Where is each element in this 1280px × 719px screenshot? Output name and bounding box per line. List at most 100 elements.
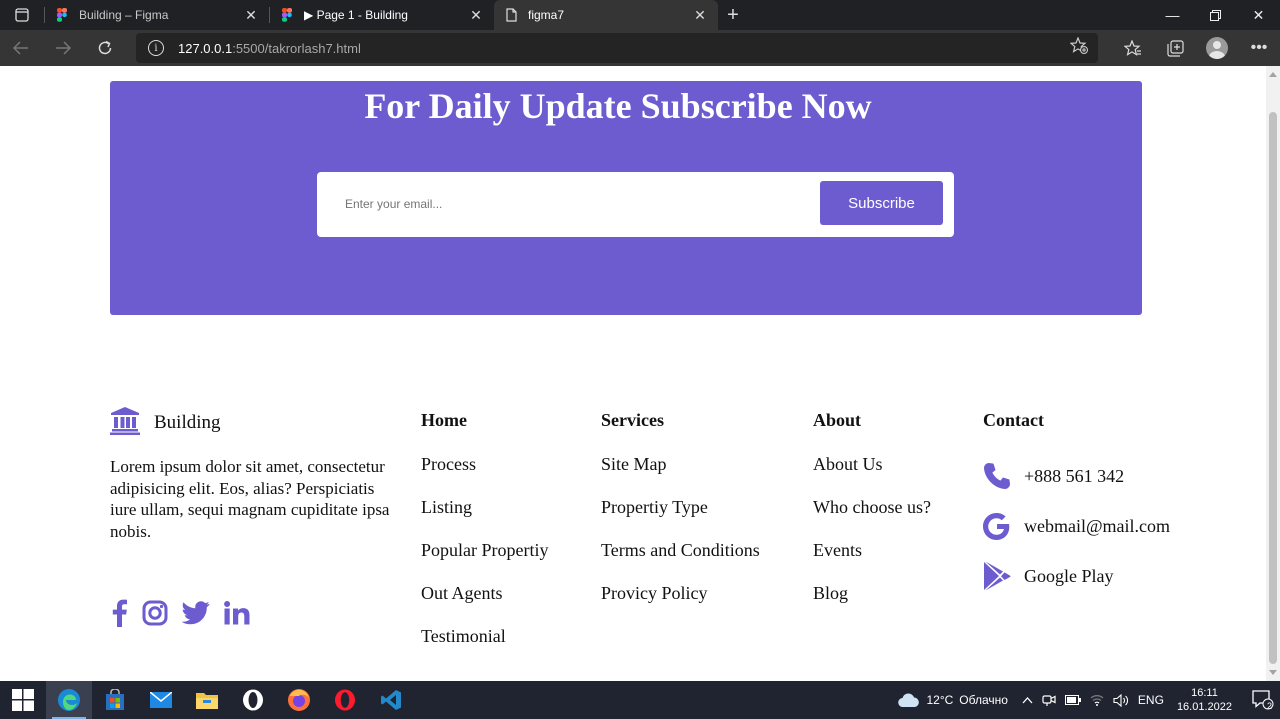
- more-menu-button[interactable]: •••: [1238, 30, 1280, 66]
- mail-icon: [150, 692, 172, 708]
- facebook-icon[interactable]: [110, 599, 128, 627]
- close-icon[interactable]: ✕: [692, 7, 708, 23]
- taskbar-firefox[interactable]: [276, 681, 322, 719]
- contact-email[interactable]: webmail@mail.com: [983, 501, 1170, 551]
- bank-building-icon: [110, 406, 140, 440]
- vscode-icon: [381, 690, 401, 710]
- link-testimonial[interactable]: Testimonial: [421, 626, 549, 669]
- address-bar[interactable]: i 127.0.0.1 :5500/takrorlash7.html: [136, 33, 1098, 63]
- restore-button[interactable]: [1194, 0, 1237, 30]
- store-icon: [106, 689, 124, 710]
- forward-button[interactable]: [42, 30, 84, 66]
- weather-widget[interactable]: 12°C Облачно: [898, 693, 1008, 707]
- cloud-icon: [898, 693, 920, 707]
- close-icon[interactable]: ✕: [243, 7, 259, 23]
- email-address: webmail@mail.com: [1024, 515, 1171, 536]
- link-blog[interactable]: Blog: [813, 583, 931, 626]
- contact-google-play[interactable]: Google Play: [983, 551, 1170, 601]
- link-who-choose-us[interactable]: Who choose us?: [813, 497, 931, 540]
- info-icon[interactable]: i: [148, 40, 164, 56]
- notification-center-button[interactable]: 2: [1246, 681, 1280, 719]
- close-icon[interactable]: ✕: [468, 7, 484, 23]
- tab-title: ▶ Page 1 - Building: [304, 8, 408, 22]
- taskbar-store[interactable]: [92, 681, 138, 719]
- taskbar-mail[interactable]: [138, 681, 184, 719]
- link-events[interactable]: Events: [813, 540, 931, 583]
- subscribe-heading: For Daily Update Subscribe Now: [364, 86, 872, 126]
- back-button[interactable]: [0, 30, 42, 66]
- windows-taskbar: 12°C Облачно ENG 16:11 16.01.2022 2: [0, 681, 1280, 719]
- start-button[interactable]: [0, 681, 46, 719]
- wifi-icon[interactable]: [1090, 694, 1104, 706]
- favorites-icon: [1124, 39, 1141, 56]
- footer-column-contact: Contact +888 561 342 webmail@mail.com Go…: [983, 410, 1170, 601]
- tab-figma7[interactable]: figma7 ✕: [494, 0, 718, 30]
- link-process[interactable]: Process: [421, 454, 549, 497]
- figma-icon: [55, 8, 69, 22]
- tab-page1-building[interactable]: ▶ Page 1 - Building ✕: [270, 0, 494, 30]
- link-popular-property[interactable]: Popular Propertiy: [421, 540, 549, 583]
- tab-title: figma7: [528, 8, 565, 22]
- taskbar-opera-gx[interactable]: [230, 681, 276, 719]
- google-play-icon: [983, 561, 1013, 591]
- battery-icon[interactable]: [1064, 695, 1081, 705]
- social-links: [110, 599, 264, 627]
- refresh-button[interactable]: [84, 30, 126, 66]
- restore-icon: [1210, 9, 1221, 21]
- link-listing[interactable]: Listing: [421, 497, 549, 540]
- column-heading-services: Services: [601, 410, 664, 430]
- page-scrollbar[interactable]: [1266, 66, 1280, 681]
- taskbar-opera[interactable]: [322, 681, 368, 719]
- email-input[interactable]: [345, 192, 785, 216]
- opera-icon: [243, 689, 263, 711]
- twitter-icon[interactable]: [182, 601, 210, 625]
- meet-now-icon[interactable]: [1042, 693, 1056, 707]
- link-privacy-policy[interactable]: Provicy Policy: [601, 583, 760, 626]
- more-icon: •••: [1250, 39, 1268, 56]
- subscribe-button[interactable]: Subscribe: [820, 181, 943, 225]
- browser-toolbar: i 127.0.0.1 :5500/takrorlash7.html •••: [0, 30, 1280, 66]
- footer-column-home: Home Process Listing Popular Propertiy O…: [421, 410, 549, 669]
- link-about-us[interactable]: About Us: [813, 454, 931, 497]
- url-host: 127.0.0.1: [178, 40, 233, 56]
- footer: Building Lorem ipsum dolor sit amet, con…: [0, 396, 1266, 681]
- minimize-button[interactable]: —: [1151, 0, 1194, 30]
- linkedin-icon[interactable]: [224, 601, 250, 625]
- clock[interactable]: 16:11 16.01.2022: [1177, 686, 1232, 714]
- contact-phone[interactable]: +888 561 342: [983, 451, 1170, 501]
- language-indicator[interactable]: ENG: [1138, 693, 1164, 707]
- taskbar-vscode[interactable]: [368, 681, 414, 719]
- refresh-icon: [98, 40, 112, 55]
- new-tab-button[interactable]: +: [718, 0, 748, 30]
- taskbar-edge[interactable]: [46, 681, 92, 719]
- link-property-type[interactable]: Propertiy Type: [601, 497, 760, 540]
- system-tray: 12°C Облачно ENG 16:11 16.01.2022 2: [898, 681, 1280, 719]
- weather-temp: 12°C: [926, 693, 954, 707]
- scroll-thumb[interactable]: [1269, 112, 1277, 664]
- about-text: Lorem ipsum dolor sit amet, consectetur …: [110, 457, 390, 541]
- scroll-up-icon[interactable]: [1269, 72, 1277, 77]
- notification-count: 2: [1266, 701, 1272, 711]
- firefox-icon: [288, 689, 310, 711]
- volume-icon[interactable]: [1113, 693, 1129, 707]
- scroll-down-icon[interactable]: [1269, 670, 1277, 675]
- tab-actions-button[interactable]: [0, 0, 44, 30]
- subscribe-form: Subscribe: [317, 172, 954, 237]
- link-our-agents[interactable]: Out Agents: [421, 583, 549, 626]
- instagram-icon[interactable]: [142, 600, 168, 626]
- profile-button[interactable]: [1196, 30, 1238, 66]
- chevron-up-icon[interactable]: [1022, 696, 1033, 704]
- link-terms[interactable]: Terms and Conditions: [601, 540, 760, 583]
- favorites-button[interactable]: [1112, 30, 1154, 66]
- brand-name: Building: [154, 412, 221, 433]
- close-window-button[interactable]: ✕: [1237, 0, 1280, 30]
- collections-button[interactable]: [1154, 30, 1196, 66]
- tab-building-figma[interactable]: Building – Figma ✕: [45, 0, 269, 30]
- add-favorite-icon[interactable]: [1069, 36, 1088, 59]
- clock-time: 16:11: [1191, 687, 1218, 699]
- google-icon: [983, 512, 1013, 540]
- browser-tab-bar: Building – Figma ✕ ▶ Page 1 - Building ✕…: [0, 0, 1280, 30]
- opera-red-icon: [335, 689, 355, 711]
- link-site-map[interactable]: Site Map: [601, 454, 760, 497]
- taskbar-explorer[interactable]: [184, 681, 230, 719]
